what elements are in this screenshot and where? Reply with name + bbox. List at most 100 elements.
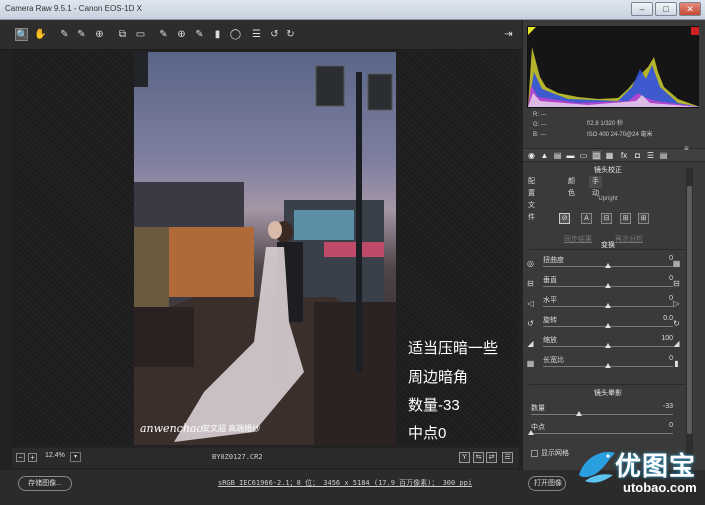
watermark-text: 安文超 高端婚纱: [202, 424, 261, 433]
lantern-right: [367, 73, 393, 111]
slider-thumb[interactable]: [605, 283, 611, 288]
slider-value[interactable]: 0: [633, 295, 673, 302]
tab-presets-icon[interactable]: ☰: [646, 151, 655, 160]
minimize-button[interactable]: –: [631, 2, 653, 16]
slider-thumb[interactable]: [528, 430, 534, 435]
slider-thumb[interactable]: [575, 411, 582, 416]
vignette-title: 镜头晕影: [594, 390, 622, 397]
bride-head: [268, 221, 282, 239]
tab-basic-icon[interactable]: ◉: [527, 151, 536, 160]
slider-track[interactable]: [531, 433, 673, 434]
subtab-color[interactable]: 颜色: [565, 176, 578, 197]
watermark-logo: anwenchao: [140, 422, 204, 435]
vertical-right-icon: ⊟: [673, 279, 680, 288]
straighten-icon[interactable]: ▭: [134, 28, 147, 41]
color-sampler-icon[interactable]: ✎: [75, 28, 88, 41]
rotate-cw-icon[interactable]: ↻: [284, 28, 297, 41]
slider-distortion[interactable]: ◎ 扭曲度 0 ▦: [523, 255, 693, 273]
highlight-clipping-icon[interactable]: [691, 27, 699, 35]
slider-rotate[interactable]: ↺ 旋转 0.0 ↻: [523, 315, 693, 333]
export-icon[interactable]: ⇥: [502, 28, 515, 41]
railing-left: [134, 307, 194, 367]
caption-line-4: 中点0: [408, 425, 447, 442]
zoom-out-button[interactable]: −: [16, 453, 25, 462]
slider-thumb[interactable]: [605, 303, 611, 308]
distortion-icon: ◎: [527, 259, 534, 268]
presets-list-icon[interactable]: ☰: [250, 28, 263, 41]
show-grid-row[interactable]: 显示网格: [531, 448, 569, 458]
before-after-icon[interactable]: Y: [459, 452, 470, 463]
workflow-options-link[interactable]: sRGB IEC61966-2.1；8 位； 3456 x 5184 (17.9…: [218, 478, 472, 488]
slider-vertical[interactable]: ⊟ 垂直 0 ⊟: [523, 275, 693, 293]
slider-track[interactable]: [531, 414, 673, 415]
divider: [529, 384, 689, 385]
tab-camera-calibration-icon[interactable]: ◘: [633, 151, 642, 160]
slider-value[interactable]: 0: [633, 422, 673, 429]
upright-vertical-button[interactable]: ⊞: [620, 213, 631, 224]
slider-vignette-amount[interactable]: 数量 -33: [523, 403, 693, 421]
slider-scale[interactable]: ◢ 缩放 100 ◢: [523, 335, 693, 353]
slider-value[interactable]: 0.0: [633, 315, 673, 322]
tab-snapshots-icon[interactable]: ▤: [659, 151, 668, 160]
open-image-button[interactable]: 打开图像: [528, 476, 566, 491]
slider-value[interactable]: -33: [633, 403, 673, 410]
zoom-in-button[interactable]: +: [28, 453, 37, 462]
adjustment-brush-icon[interactable]: ✎: [193, 28, 206, 41]
save-image-button[interactable]: 存储图像...: [18, 476, 72, 491]
panel-menu-icon[interactable]: ≡: [684, 144, 689, 153]
zoom-dropdown[interactable]: ▾: [70, 452, 81, 462]
slider-aspect[interactable]: ▦ 长宽比 0 ▮: [523, 355, 693, 373]
preview-settings-icon[interactable]: ☰: [502, 452, 513, 463]
upright-off-button[interactable]: ⊘: [559, 213, 570, 224]
crop-icon[interactable]: ⧉: [116, 28, 129, 41]
slider-vignette-midpoint[interactable]: 中点 0: [523, 422, 693, 440]
graduated-filter-icon[interactable]: ▮: [211, 28, 224, 41]
panel-scrollbar[interactable]: [686, 168, 693, 462]
slider-value[interactable]: 100: [633, 335, 673, 342]
slider-thumb[interactable]: [605, 263, 611, 268]
distortion-grid-icon: ▦: [672, 259, 681, 268]
zoom-icon[interactable]: 🔍: [15, 28, 28, 41]
white-balance-icon[interactable]: ✎: [58, 28, 71, 41]
horizontal-right-icon: ▷: [673, 299, 680, 308]
show-grid-checkbox[interactable]: [531, 449, 538, 457]
subtab-profile[interactable]: 配置文件: [525, 176, 538, 221]
rotate-ccw-icon[interactable]: ↺: [268, 28, 281, 41]
slider-thumb[interactable]: [605, 323, 611, 328]
tab-split-toning-icon[interactable]: ▭: [579, 151, 588, 160]
subtab-manual[interactable]: 手动: [589, 176, 602, 197]
radial-filter-icon[interactable]: ◯: [229, 28, 242, 41]
slider-value[interactable]: 0: [633, 355, 673, 362]
maximize-button[interactable]: □: [655, 2, 677, 16]
slider-value[interactable]: 0: [633, 255, 673, 262]
slider-horizontal[interactable]: ◁ 水平 0 ▷: [523, 295, 693, 313]
upright-label: Upright: [598, 196, 618, 202]
copy-settings-icon[interactable]: ⇄: [486, 452, 497, 463]
building-orange: [164, 227, 254, 297]
shadow-clipping-icon[interactable]: [528, 27, 536, 35]
tab-lens-corrections-icon[interactable]: ▥: [592, 151, 601, 160]
red-eye-icon[interactable]: ⊕: [175, 28, 188, 41]
tab-effects-icon[interactable]: fx: [618, 151, 630, 160]
preview-photo: anwenchao 安文超 高端婚纱: [134, 52, 396, 445]
upright-auto-button[interactable]: A: [581, 213, 592, 224]
upright-full-button[interactable]: ⊞: [638, 213, 649, 224]
tab-detail-icon[interactable]: ▤: [553, 151, 562, 160]
tab-tone-curve-icon[interactable]: ▲: [540, 151, 549, 160]
scrollbar-thumb[interactable]: [687, 186, 692, 434]
tab-hsl-icon[interactable]: ▬: [566, 151, 575, 160]
swap-icon[interactable]: ⇆: [473, 452, 484, 463]
upright-level-button[interactable]: ⊟: [601, 213, 612, 224]
slider-thumb[interactable]: [605, 343, 611, 348]
spot-removal-icon[interactable]: ✎: [157, 28, 170, 41]
window-controls: – □ ✕: [631, 2, 701, 16]
slider-label: 垂直: [543, 277, 557, 284]
slider-label: 旋转: [543, 317, 557, 324]
target-adjust-icon[interactable]: ⊕: [93, 28, 106, 41]
slider-value[interactable]: 0: [633, 275, 673, 282]
slider-thumb[interactable]: [605, 363, 611, 368]
tab-transform-icon[interactable]: ▦: [605, 151, 614, 160]
hand-icon[interactable]: ✋: [34, 28, 47, 41]
close-button[interactable]: ✕: [679, 2, 701, 16]
horizontal-left-icon: ◁: [527, 299, 534, 308]
